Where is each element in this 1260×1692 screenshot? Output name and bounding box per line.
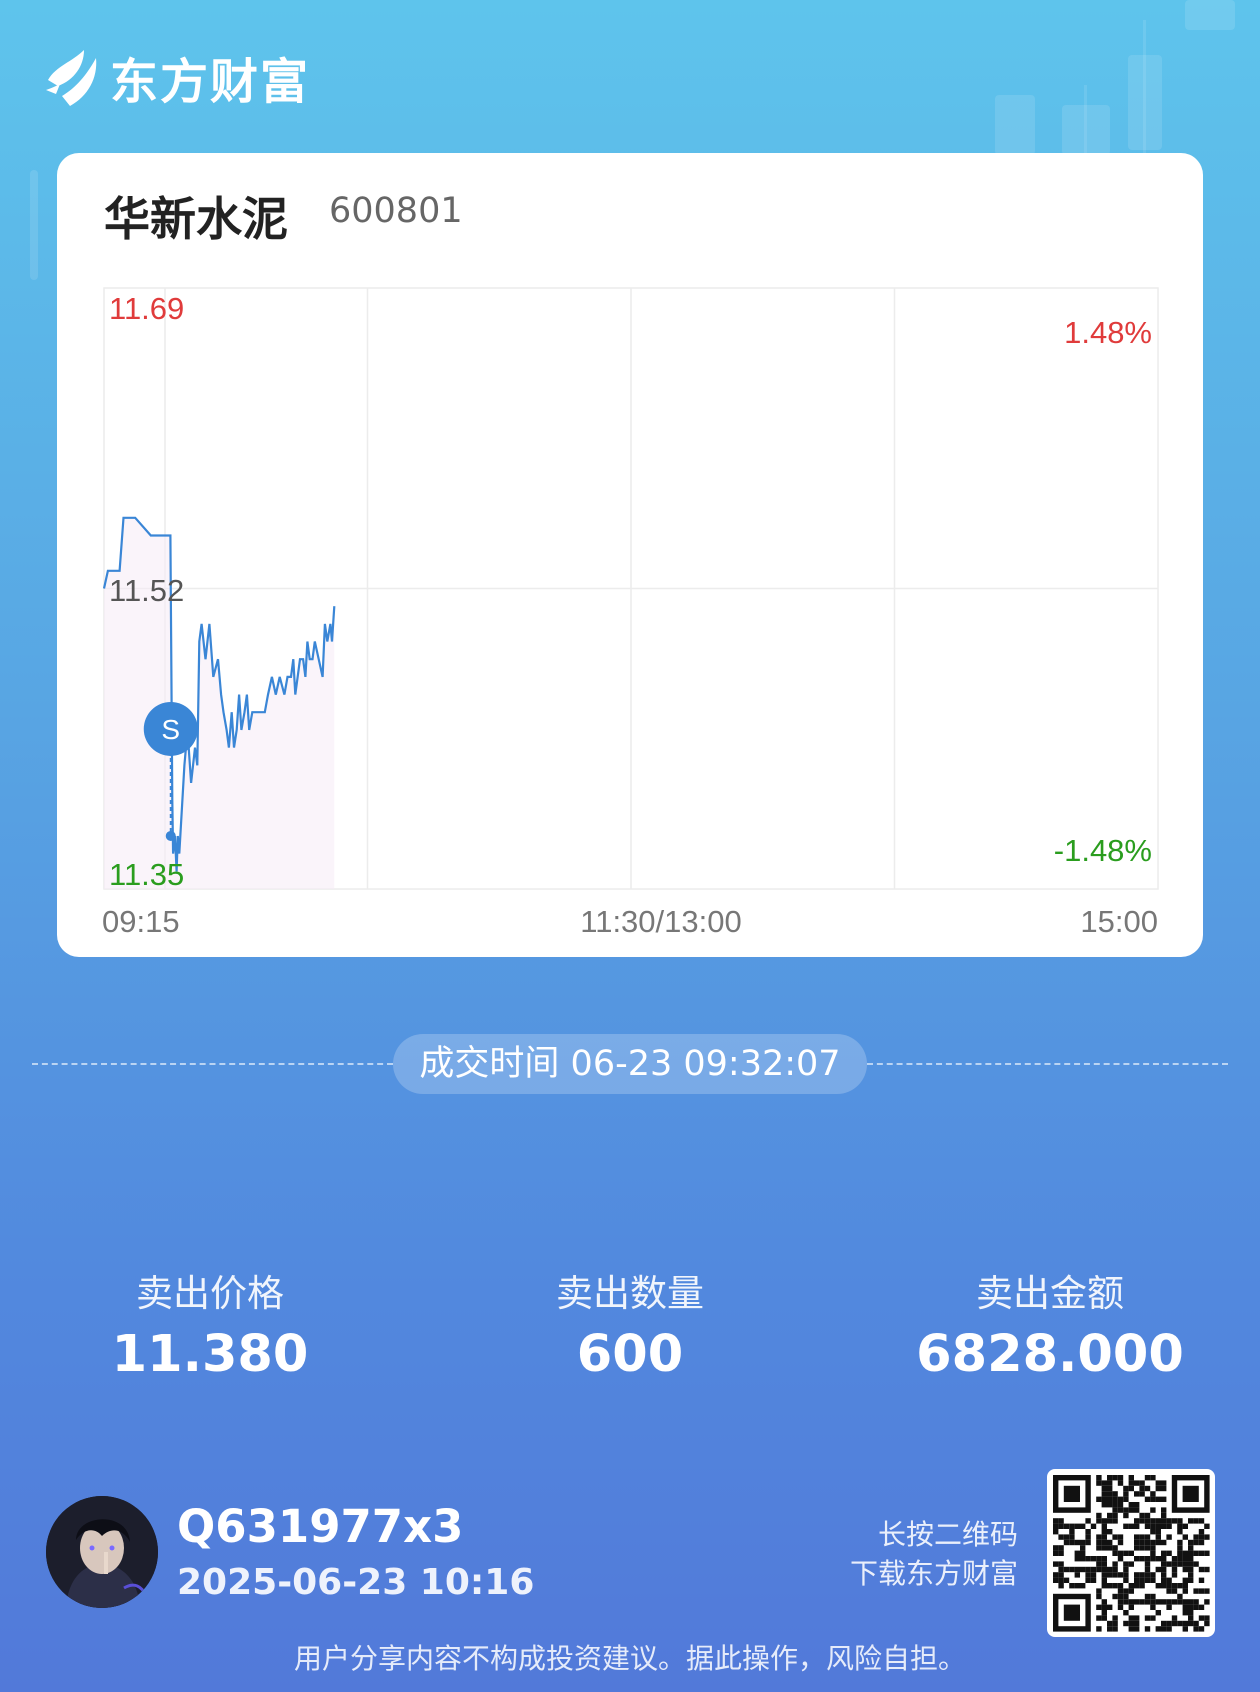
x-tick-label-close: 15:00 [1080,904,1158,939]
sell-marker-dot [165,830,176,841]
background-candle-decoration [30,170,38,280]
stat-label: 卖出数量 [556,1272,704,1315]
y-tick-label-mid: 11.52 [109,573,184,608]
qr-code[interactable] [1047,1469,1215,1637]
brand-header: 东方财富 [44,44,310,110]
trade-time-badge: 成交时间 06-23 09:32:07 [393,1034,867,1094]
stat-label: 卖出价格 [136,1272,284,1315]
background-candle-decoration [995,95,1035,155]
stock-chart-card: 华新水泥 600801 S 11.69 11.52 11.35 1.48% -1… [57,153,1203,957]
qr-hint-line1: 长按二维码 [877,1518,1018,1551]
background-candle-decoration [1128,55,1162,150]
avatar-image [46,1496,158,1608]
stat-value: 6828.000 [916,1325,1184,1384]
qr-hint: 长按二维码 下载东方财富 [850,1515,1018,1593]
y-tick-label-high: 11.69 [109,291,184,326]
background-candle-decoration [1084,85,1087,155]
pct-label-low: -1.48% [1054,833,1152,868]
disclaimer: 用户分享内容不构成投资建议。据此操作，风险自担。 [293,1642,966,1675]
stat-label: 卖出金额 [976,1272,1124,1315]
intraday-chart: S 11.69 11.52 11.35 1.48% -1.48% 09:15 1… [102,287,1159,939]
dashed-divider-left [32,1063,393,1065]
x-tick-label-midday: 11:30/13:00 [580,904,741,939]
sell-marker-label: S [161,714,180,745]
share-datetime: 2025-06-23 10:16 [177,1562,535,1603]
background-candle-decoration [1185,0,1235,30]
stat-sell-quantity: 卖出数量 600 [440,1263,820,1384]
stat-value: 11.380 [111,1325,309,1384]
y-tick-label-low: 11.35 [109,857,184,892]
qr-hint-line2: 下载东方财富 [849,1557,1018,1590]
stat-sell-amount: 卖出金额 6828.000 [860,1263,1240,1384]
avatar[interactable] [46,1496,158,1608]
stat-sell-price: 卖出价格 11.380 [20,1263,400,1384]
brand-logo-icon [46,50,97,106]
username: Q631977x3 [177,1500,464,1553]
pct-label-high: 1.48% [1064,315,1152,350]
stat-value: 600 [576,1325,684,1384]
qr-code-icon [1053,1475,1210,1632]
dashed-divider-right [867,1063,1228,1065]
x-tick-label-open: 09:15 [102,904,180,939]
brand-name: 东方财富 [110,54,311,110]
